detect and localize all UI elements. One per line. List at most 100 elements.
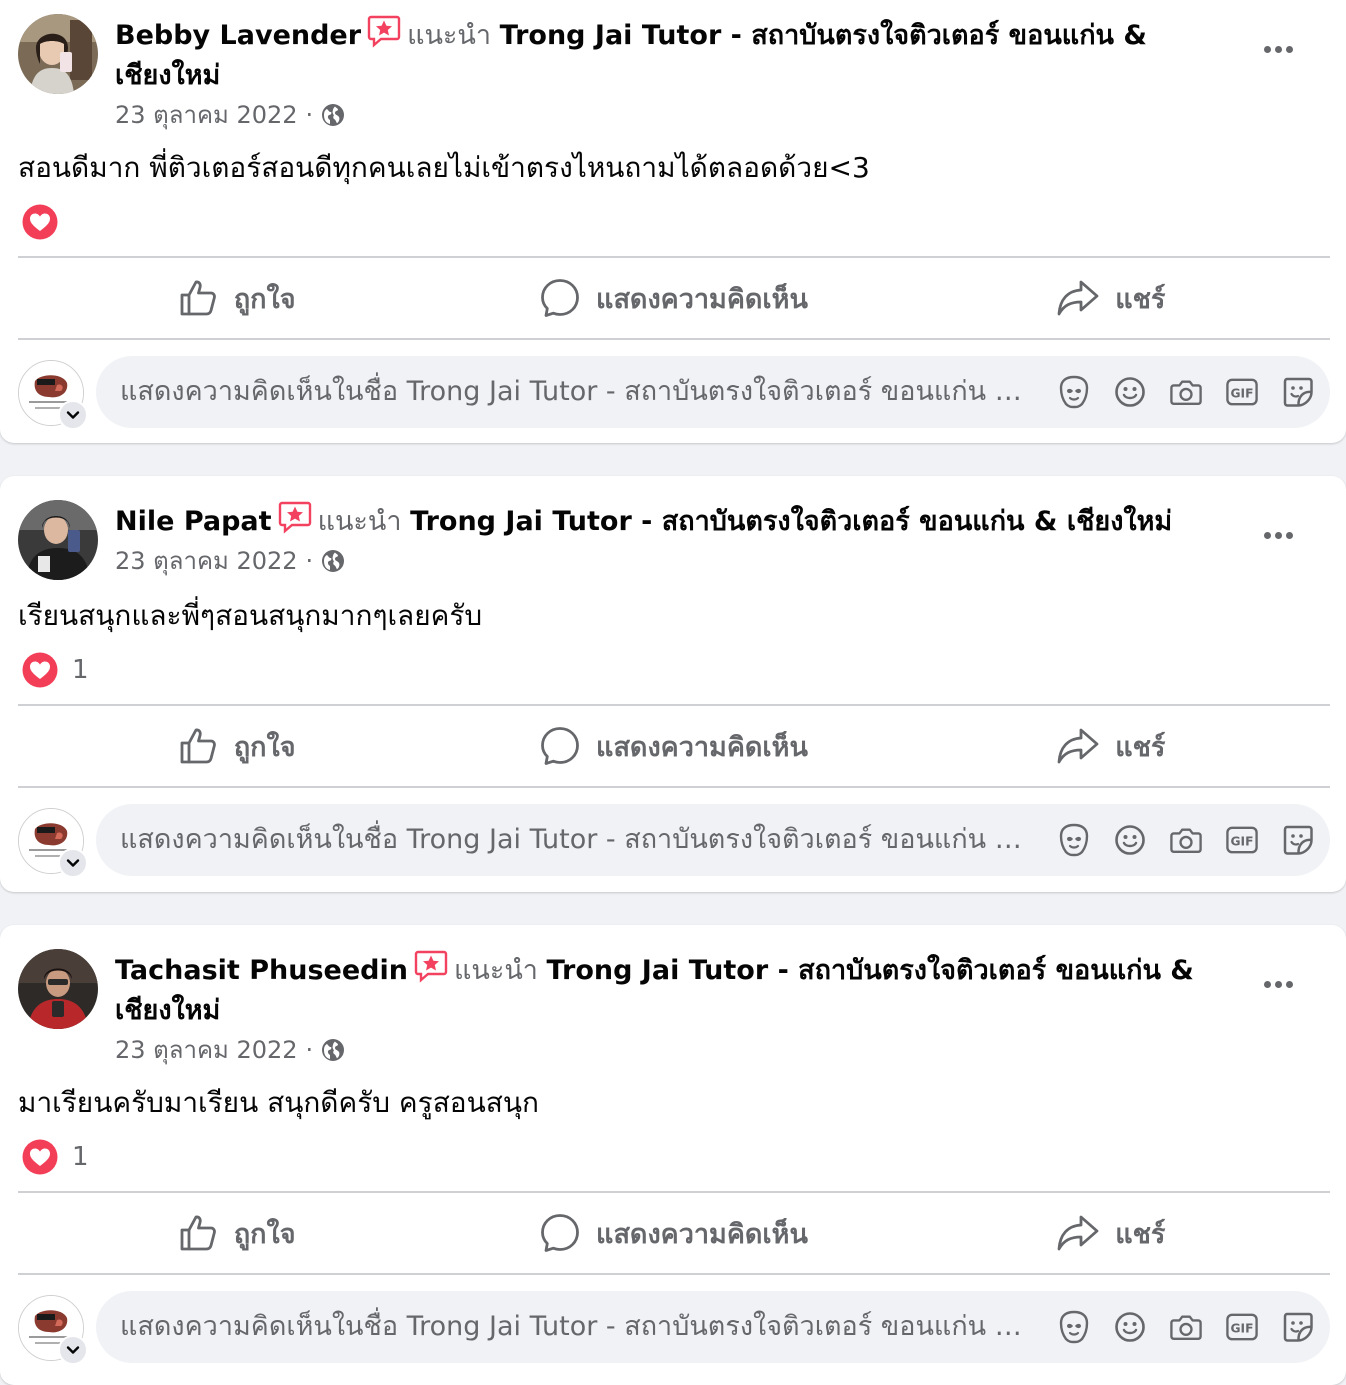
share-button[interactable]: แชร์ xyxy=(893,1193,1330,1273)
comment-label: แสดงความคิดเห็น xyxy=(596,283,808,315)
post-header: Nile Papat แนะนำ Trong Jai Tutor - สถาบัน… xyxy=(115,500,1195,542)
recommend-badge-icon xyxy=(414,949,448,983)
post-meta: 23 ตุลาคม 2022 · xyxy=(115,1035,345,1065)
action-bar: ถูกใจ แสดงความคิดเห็น แชร์ xyxy=(18,258,1330,338)
camera-icon[interactable] xyxy=(1170,822,1202,858)
gif-icon[interactable] xyxy=(1226,822,1258,858)
sticker-icon[interactable] xyxy=(1282,822,1314,858)
love-reaction-icon xyxy=(22,204,58,240)
post-text: มาเรียนครับมาเรียน สนุกดีครับ ครูสอนสนุก xyxy=(18,1086,539,1119)
comment-button[interactable]: แสดงความคิดเห็น xyxy=(455,258,892,338)
reactions-summary[interactable]: 1 xyxy=(22,652,89,688)
divider xyxy=(18,338,1330,340)
gif-icon[interactable] xyxy=(1226,374,1258,410)
composer-tools xyxy=(1058,1309,1314,1345)
more-options-icon[interactable] xyxy=(1256,969,1300,999)
globe-icon xyxy=(321,1038,345,1062)
recommend-badge-icon xyxy=(278,500,312,534)
page-name-link-continued[interactable]: เชียงใหม่ xyxy=(115,60,220,91)
author-avatar[interactable] xyxy=(18,949,98,1029)
love-reaction-icon xyxy=(22,652,58,688)
more-options-icon[interactable] xyxy=(1256,34,1300,64)
author-avatar[interactable] xyxy=(18,14,98,94)
post-date[interactable]: 23 ตุลาคม 2022 xyxy=(115,1035,298,1065)
comment-composer: แสดงความคิดเห็นในชื่อ Trong Jai Tutor - … xyxy=(18,1291,1330,1365)
comment-label: แสดงความคิดเห็น xyxy=(596,731,808,763)
comment-bubble-icon xyxy=(540,1213,580,1253)
chevron-down-icon[interactable] xyxy=(58,1335,88,1365)
recommends-label: แนะนำ xyxy=(407,20,492,51)
comment-input[interactable]: แสดงความคิดเห็นในชื่อ Trong Jai Tutor - … xyxy=(96,356,1330,428)
like-button[interactable]: ถูกใจ xyxy=(18,1193,455,1273)
globe-icon xyxy=(321,103,345,127)
share-arrow-icon xyxy=(1057,726,1099,766)
post-date[interactable]: 23 ตุลาคม 2022 xyxy=(115,100,298,130)
comment-placeholder: แสดงความคิดเห็นในชื่อ Trong Jai Tutor - … xyxy=(120,1311,1040,1342)
reactions-summary[interactable]: 1 xyxy=(22,1139,89,1175)
comment-input[interactable]: แสดงความคิดเห็นในชื่อ Trong Jai Tutor - … xyxy=(96,804,1330,876)
page-name-link[interactable]: Trong Jai Tutor - สถาบันตรงใจติวเตอร์ ขอ… xyxy=(500,20,1147,51)
emoji-icon[interactable] xyxy=(1114,374,1146,410)
sticker-icon[interactable] xyxy=(1282,1309,1314,1345)
love-reaction-icon xyxy=(22,1139,58,1175)
author-avatar[interactable] xyxy=(18,500,98,580)
comment-placeholder: แสดงความคิดเห็นในชื่อ Trong Jai Tutor - … xyxy=(120,376,1040,407)
like-label: ถูกใจ xyxy=(233,283,296,315)
comment-input[interactable]: แสดงความคิดเห็นในชื่อ Trong Jai Tutor - … xyxy=(96,1291,1330,1363)
meta-separator: · xyxy=(305,547,314,575)
camera-icon[interactable] xyxy=(1170,374,1202,410)
divider xyxy=(18,1273,1330,1275)
post-date[interactable]: 23 ตุลาคม 2022 xyxy=(115,546,298,576)
share-label: แชร์ xyxy=(1115,731,1166,763)
camera-icon[interactable] xyxy=(1170,1309,1202,1345)
composer-tools xyxy=(1058,374,1314,410)
action-bar: ถูกใจ แสดงความคิดเห็น แชร์ xyxy=(18,1193,1330,1273)
post-header: Tachasit Phuseedin แนะนำ Trong Jai Tutor … xyxy=(115,949,1195,1031)
emoji-icon[interactable] xyxy=(1114,822,1146,858)
like-button[interactable]: ถูกใจ xyxy=(18,706,455,786)
share-arrow-icon xyxy=(1057,1213,1099,1253)
share-label: แชร์ xyxy=(1115,1218,1166,1250)
action-bar: ถูกใจ แสดงความคิดเห็น แชร์ xyxy=(18,706,1330,786)
share-button[interactable]: แชร์ xyxy=(893,258,1330,338)
page-name-link[interactable]: Trong Jai Tutor - สถาบันตรงใจติวเตอร์ ขอ… xyxy=(547,955,1194,986)
composer-tools xyxy=(1058,822,1314,858)
author-name[interactable]: Nile Papat xyxy=(115,506,272,537)
post-text: เรียนสนุกและพี่ๆสอนสนุกมากๆเลยครับ xyxy=(18,599,483,632)
emoji-icon[interactable] xyxy=(1114,1309,1146,1345)
avatar-sticker-icon[interactable] xyxy=(1058,1309,1090,1345)
post-meta: 23 ตุลาคม 2022 · xyxy=(115,100,345,130)
recommend-badge-icon xyxy=(367,14,401,48)
post-card: Nile Papat แนะนำ Trong Jai Tutor - สถาบัน… xyxy=(0,476,1346,892)
recommends-label: แนะนำ xyxy=(453,955,538,986)
globe-icon xyxy=(321,549,345,573)
recommends-label: แนะนำ xyxy=(317,506,402,537)
avatar-sticker-icon[interactable] xyxy=(1058,822,1090,858)
chevron-down-icon[interactable] xyxy=(58,400,88,430)
more-options-icon[interactable] xyxy=(1256,520,1300,550)
avatar-sticker-icon[interactable] xyxy=(1058,374,1090,410)
page-name-link[interactable]: Trong Jai Tutor - สถาบันตรงใจติวเตอร์ ขอ… xyxy=(410,506,1172,537)
comment-composer: แสดงความคิดเห็นในชื่อ Trong Jai Tutor - … xyxy=(18,804,1330,878)
share-arrow-icon xyxy=(1057,278,1099,318)
author-name[interactable]: Bebby Lavender xyxy=(115,20,361,51)
meta-separator: · xyxy=(305,101,314,129)
share-button[interactable]: แชร์ xyxy=(893,706,1330,786)
author-name[interactable]: Tachasit Phuseedin xyxy=(115,955,408,986)
sticker-icon[interactable] xyxy=(1282,374,1314,410)
comment-button[interactable]: แสดงความคิดเห็น xyxy=(455,706,892,786)
gif-icon[interactable] xyxy=(1226,1309,1258,1345)
comment-bubble-icon xyxy=(540,726,580,766)
like-label: ถูกใจ xyxy=(233,731,296,763)
comment-button[interactable]: แสดงความคิดเห็น xyxy=(455,1193,892,1273)
chevron-down-icon[interactable] xyxy=(58,848,88,878)
comment-label: แสดงความคิดเห็น xyxy=(596,1218,808,1250)
reactions-summary[interactable] xyxy=(22,204,72,240)
like-button[interactable]: ถูกใจ xyxy=(18,258,455,338)
thumbs-up-icon xyxy=(178,726,218,766)
page-name-link-continued[interactable]: เชียงใหม่ xyxy=(115,995,220,1026)
thumbs-up-icon xyxy=(178,278,218,318)
meta-separator: · xyxy=(305,1036,314,1064)
reaction-count: 1 xyxy=(72,655,89,685)
divider xyxy=(18,786,1330,788)
